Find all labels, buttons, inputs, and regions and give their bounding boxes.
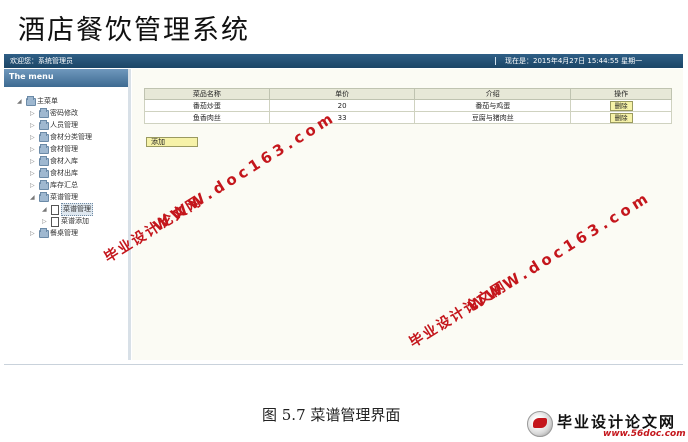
tree-root[interactable]: ◢ 主菜单 (17, 95, 58, 107)
delete-button[interactable]: 删除 (609, 100, 633, 111)
add-button[interactable]: 添加 (146, 137, 198, 147)
sidebar-item-ingredients[interactable]: ▷ 食材管理 (30, 143, 78, 155)
sidebar-item-ingredient-category[interactable]: ▷ 食材分类管理 (30, 131, 92, 143)
sidebar-item-label: 人员管理 (50, 121, 78, 129)
folder-icon (26, 95, 36, 106)
table-row: 鱼香肉丝 33 豆腐与猪肉丝 删除 (144, 111, 672, 124)
cell-price: 33 (268, 111, 416, 124)
folder-icon (39, 107, 49, 118)
logo-emblem-icon (527, 411, 553, 437)
expand-arrow-icon[interactable]: ◢ (17, 96, 26, 107)
cell-actions: 删除 (570, 111, 672, 124)
recipe-table: 菜品名称 单价 介绍 操作 番茄炒蛋 20 番茄与鸡蛋 删除 鱼香肉丝 33 豆… (144, 88, 672, 124)
folder-icon (39, 227, 49, 238)
column-header-description: 介绍 (414, 88, 572, 100)
cell-description: 番茄与鸡蛋 (414, 99, 572, 112)
sidebar-item-stock-out[interactable]: ▷ 食材出库 (30, 167, 78, 179)
sidebar-item-stock-in[interactable]: ▷ 食材入库 (30, 155, 78, 167)
sidebar-subitem-label: 菜谱添加 (61, 217, 89, 225)
collapse-arrow-icon[interactable]: ▷ (30, 228, 39, 239)
collapse-arrow-icon[interactable]: ▷ (30, 108, 39, 119)
sidebar-item-tables[interactable]: ▷ 餐桌管理 (30, 227, 78, 239)
menu-header: The menu (4, 69, 128, 87)
sidebar-item-label: 食材分类管理 (50, 133, 92, 141)
expand-arrow-icon[interactable]: ◢ (42, 204, 51, 215)
sidebar-item-label: 食材管理 (50, 145, 78, 153)
current-time: 现在是：2015年4月27日 15:44:55 星期一 (505, 57, 643, 65)
app-title: 酒店餐饮管理系统 (18, 15, 250, 46)
folder-icon (39, 191, 49, 202)
figure-caption: 图 5.7 菜谱管理界面 (262, 406, 401, 424)
folder-icon (39, 179, 49, 190)
folder-icon (39, 155, 49, 166)
column-header-price: 单价 (268, 88, 416, 100)
top-status-bar: 欢迎您：系统管理员 现在是：2015年4月27日 15:44:55 星期一 (4, 54, 683, 68)
content-bottom-divider (4, 364, 683, 365)
sidebar-item-label: 密码修改 (50, 109, 78, 117)
topbar-divider (495, 57, 496, 65)
collapse-arrow-icon[interactable]: ▷ (30, 180, 39, 191)
document-icon (51, 204, 59, 215)
tree-root-label: 主菜单 (37, 97, 58, 105)
collapse-arrow-icon[interactable]: ▷ (30, 156, 39, 167)
sidebar-item-label: 库存汇总 (50, 181, 78, 189)
folder-icon (39, 131, 49, 142)
column-header-name: 菜品名称 (144, 88, 270, 100)
sidebar-item-label: 食材出库 (50, 169, 78, 177)
sidebar-item-password[interactable]: ▷ 密码修改 (30, 107, 78, 119)
collapse-arrow-icon[interactable]: ▷ (30, 120, 39, 131)
sidebar-item-label: 菜谱管理 (50, 193, 78, 201)
delete-button[interactable]: 删除 (609, 112, 633, 123)
logo-url: www.56doc.com (603, 429, 686, 439)
table-header-row: 菜品名称 单价 介绍 操作 (144, 88, 672, 100)
document-icon (51, 216, 59, 227)
site-logo: 毕业设计论文网 www.56doc.com (527, 411, 686, 441)
sidebar-item-label: 食材入库 (50, 157, 78, 165)
sidebar: The menu ◢ 主菜单 ▷ 密码修改 ▷ 人员管理 ▷ 食材分类管理 ▷ … (4, 69, 131, 360)
welcome-text: 欢迎您：系统管理员 (10, 57, 73, 65)
cell-name: 番茄炒蛋 (144, 99, 270, 112)
sidebar-subitem-label: 菜谱管理 (61, 203, 93, 216)
sidebar-item-staff[interactable]: ▷ 人员管理 (30, 119, 78, 131)
collapse-arrow-icon[interactable]: ▷ (30, 168, 39, 179)
sidebar-subitem-recipe-manage[interactable]: ◢ 菜谱管理 (42, 203, 93, 216)
cell-price: 20 (268, 99, 416, 112)
sidebar-item-inventory-summary[interactable]: ▷ 库存汇总 (30, 179, 78, 191)
column-header-actions: 操作 (570, 88, 672, 100)
sidebar-item-recipes[interactable]: ◢ 菜谱管理 (30, 191, 78, 203)
folder-icon (39, 143, 49, 154)
collapse-arrow-icon[interactable]: ▷ (42, 216, 51, 227)
table-row: 番茄炒蛋 20 番茄与鸡蛋 删除 (144, 99, 672, 112)
folder-icon (39, 167, 49, 178)
cell-actions: 删除 (570, 99, 672, 112)
cell-name: 鱼香肉丝 (144, 111, 270, 124)
sidebar-subitem-recipe-add[interactable]: ▷ 菜谱添加 (42, 216, 89, 227)
folder-icon (39, 119, 49, 130)
sidebar-item-label: 餐桌管理 (50, 229, 78, 237)
collapse-arrow-icon[interactable]: ▷ (30, 144, 39, 155)
collapse-arrow-icon[interactable]: ▷ (30, 132, 39, 143)
expand-arrow-icon[interactable]: ◢ (30, 192, 39, 203)
cell-description: 豆腐与猪肉丝 (414, 111, 572, 124)
